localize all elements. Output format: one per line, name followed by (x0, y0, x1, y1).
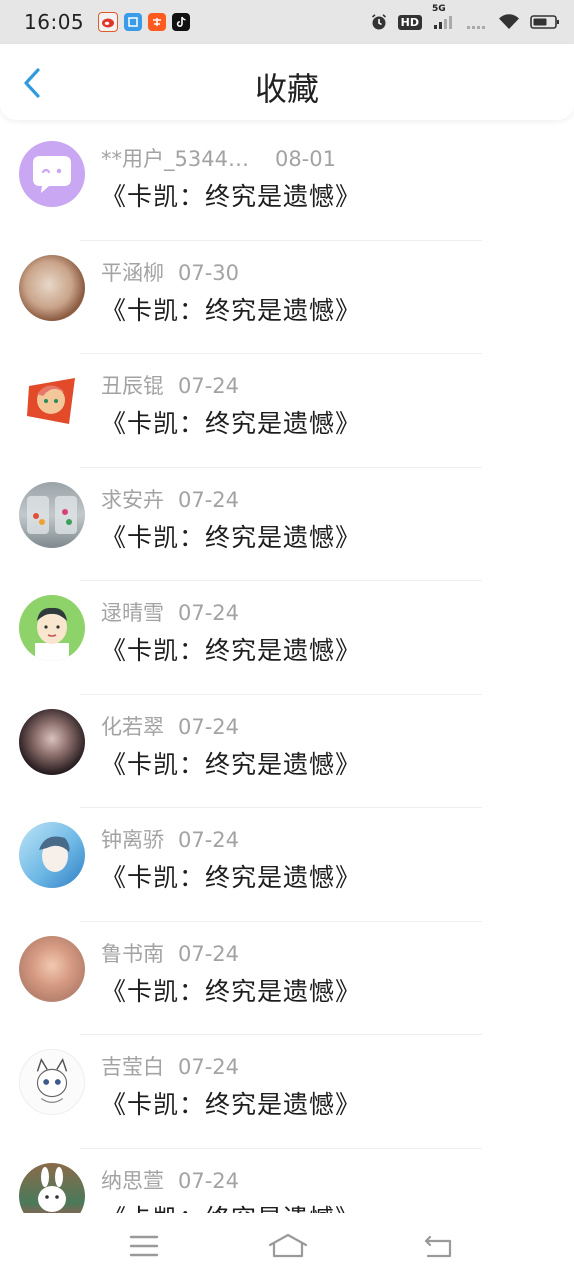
post-title[interactable]: 《卡凯：终究是遗憾》 (101, 972, 361, 1008)
tiktok-icon (172, 13, 191, 31)
user-name: 鲁书南 (101, 941, 164, 966)
avatar (19, 708, 85, 775)
taobao-icon (148, 13, 167, 31)
avatar (19, 368, 85, 434)
page-title: 收藏 (254, 70, 319, 108)
post-date: 07-30 (178, 260, 240, 285)
avatar (19, 935, 85, 1002)
back-nav-button[interactable] (418, 1231, 458, 1261)
favorites-list[interactable]: **用户_5344… 08-01 《卡凯：终究是遗憾》 平涵柳 07-30 《卡凯：… (0, 127, 574, 1213)
item-meta: 平涵柳 07-30 (101, 257, 239, 287)
post-date: 08-01 (274, 147, 336, 171)
post-date: 07-24 (178, 828, 240, 852)
avatar (19, 822, 85, 888)
user-name: 化若翠 (101, 714, 164, 739)
post-title[interactable]: 《卡凯：终究是遗憾》 (101, 518, 361, 554)
hd-icon: HD (397, 14, 422, 30)
hd-label: HD (397, 14, 422, 30)
post-date: 07-24 (178, 714, 240, 739)
app-icon-blue (124, 13, 143, 31)
status-time: 16:05 (24, 10, 85, 34)
post-title[interactable]: 《卡凯：终究是遗憾》 (101, 1085, 361, 1121)
list-item[interactable]: 纳思萱 07-24 《卡凯：终究是遗憾》 (0, 1149, 574, 1214)
user-name: 钟离骄 (101, 828, 164, 852)
post-title[interactable]: 《卡凯：终究是遗憾》 (101, 631, 361, 667)
avatar (19, 481, 85, 548)
post-title[interactable]: 《卡凯：终究是遗憾》 (101, 404, 361, 440)
post-title[interactable]: 《卡凯：终究是遗憾》 (101, 858, 361, 894)
list-item[interactable]: 逯晴雪 07-24 《卡凯：终究是遗憾》 (0, 581, 574, 695)
user-name: 逯晴雪 (101, 601, 164, 625)
list-item[interactable]: **用户_5344… 08-01 《卡凯：终究是遗憾》 (0, 127, 574, 241)
battery-icon (530, 14, 560, 30)
list-item[interactable]: 求安卉 07-24 《卡凯：终究是遗憾》 (0, 468, 574, 581)
user-name: **用户_5344… (101, 147, 249, 171)
back-icon (424, 1235, 452, 1258)
avatar (19, 595, 85, 661)
item-meta: 求安卉 07-24 (101, 484, 239, 514)
user-name: 求安卉 (101, 487, 164, 512)
avatar (19, 1049, 85, 1115)
item-meta: 逯晴雪 07-24 (101, 597, 239, 627)
network-label: 5G (432, 4, 446, 14)
post-date: 07-24 (178, 601, 240, 625)
list-item[interactable]: 化若翠 07-24 《卡凯：终究是遗憾》 (0, 695, 574, 808)
list-item[interactable]: 丑辰锟 07-24 《卡凯：终究是遗憾》 (0, 354, 574, 468)
user-name: 平涵柳 (101, 260, 164, 285)
post-date: 07-24 (178, 374, 240, 398)
signal-icon (466, 14, 488, 30)
item-meta: 钟离骄 07-24 (101, 824, 239, 854)
list-item[interactable]: 平涵柳 07-30 《卡凯：终究是遗憾》 (0, 241, 574, 354)
post-date: 07-24 (178, 1055, 240, 1079)
user-name: 纳思萱 (101, 1168, 164, 1193)
post-title[interactable]: 《卡凯：终究是遗憾》 (101, 745, 361, 781)
status-bar: 16:05 HD 5G (0, 0, 574, 44)
post-title[interactable]: 《卡凯：终究是遗憾》 (101, 1199, 361, 1214)
wifi-icon (498, 14, 520, 30)
alarm-icon (370, 13, 388, 31)
item-meta: 化若翠 07-24 (101, 711, 239, 741)
menu-button[interactable] (124, 1231, 164, 1261)
avatar (19, 141, 85, 207)
chat-bubble-icon (33, 156, 71, 193)
post-title[interactable]: 《卡凯：终究是遗憾》 (101, 177, 361, 213)
weibo-icon (98, 12, 119, 32)
list-item[interactable]: 鲁书南 07-24 《卡凯：终究是遗憾》 (0, 922, 574, 1035)
home-button[interactable] (266, 1231, 310, 1261)
item-meta: **用户_5344… 08-01 (101, 143, 336, 173)
avatar (19, 1162, 85, 1213)
home-icon (268, 1233, 308, 1258)
list-item[interactable]: 吉莹白 07-24 《卡凯：终究是遗憾》 (0, 1035, 574, 1149)
item-meta: 丑辰锟 07-24 (101, 370, 239, 400)
header-bar: 收藏 (0, 44, 574, 120)
user-name: 吉莹白 (101, 1055, 164, 1079)
signal-5g-icon: 5G (432, 4, 456, 30)
item-meta: 吉莹白 07-24 (101, 1051, 239, 1081)
post-date: 07-24 (178, 941, 240, 966)
list-item[interactable]: 钟离骄 07-24 《卡凯：终究是遗憾》 (0, 808, 574, 922)
user-name: 丑辰锟 (101, 374, 164, 398)
avatar (19, 254, 85, 321)
item-meta: 纳思萱 07-24 (101, 1165, 239, 1195)
item-meta: 鲁书南 07-24 (101, 938, 239, 968)
post-date: 07-24 (178, 487, 240, 512)
post-title[interactable]: 《卡凯：终究是遗憾》 (101, 291, 361, 327)
menu-icon (129, 1235, 159, 1257)
post-date: 07-24 (178, 1168, 240, 1193)
system-nav-bar (0, 1213, 574, 1280)
